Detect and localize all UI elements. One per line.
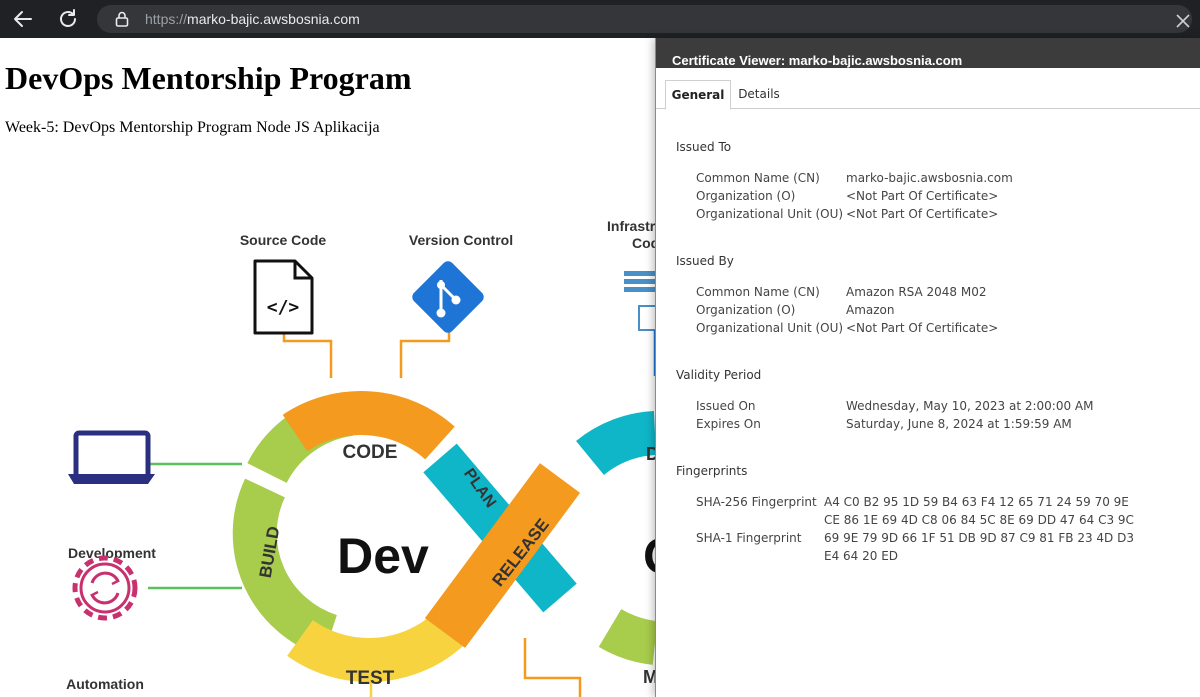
expires-on-label: Expires On <box>696 417 761 431</box>
infrastructure-label-line1: Infrastr <box>607 218 655 234</box>
url-protocol: https:// <box>145 11 188 27</box>
sha1-value-line1: 69 9E 79 9D 66 1F 51 DB 9D 87 C9 81 FB 2… <box>824 531 1134 545</box>
back-arrow-icon[interactable] <box>11 7 35 31</box>
test-arc <box>287 611 466 682</box>
git-icon <box>412 261 484 333</box>
version-control-label: Version Control <box>409 232 513 248</box>
issued-to-ou-value: <Not Part Of Certificate> <box>846 207 999 221</box>
ops-center-label: O <box>643 528 655 584</box>
tab-details[interactable]: Details <box>732 80 786 108</box>
release-connector <box>523 638 582 697</box>
automation-label: Automation <box>66 676 144 692</box>
issued-to-ou-label: Organizational Unit (OU) <box>696 207 844 221</box>
code-loop-label: CODE <box>343 442 398 463</box>
test-loop-label: TEST <box>346 668 395 689</box>
monitor-loop-label: M <box>643 667 655 687</box>
issued-on-label: Issued On <box>696 399 756 413</box>
issued-by-cn-label: Common Name (CN) <box>696 285 820 299</box>
issued-by-cn-value: Amazon RSA 2048 M02 <box>846 285 987 299</box>
dev-center-label: Dev <box>337 528 429 584</box>
development-label: Development <box>68 545 156 561</box>
page-subtitle: Week-5: DevOps Mentorship Program Node J… <box>5 119 380 136</box>
validity-heading: Validity Period <box>676 368 762 382</box>
certificate-viewer-panel: Certificate Viewer: marko-bajic.awsbosni… <box>655 14 1200 697</box>
server-stack-icon <box>624 271 655 376</box>
reload-icon[interactable] <box>56 7 80 31</box>
monitor-arc <box>598 608 655 665</box>
issued-on-value: Wednesday, May 10, 2023 at 2:00:00 AM <box>846 399 1094 413</box>
issued-to-cn-value: marko-bajic.awsbosnia.com <box>846 171 1013 185</box>
certificate-title: Certificate Viewer: marko-bajic.awsbosni… <box>672 53 963 68</box>
sha1-value-line2: E4 64 20 ED <box>824 549 899 563</box>
url-host: marko-bajic.awsbosnia.com <box>187 11 360 27</box>
issued-to-heading: Issued To <box>676 140 732 154</box>
certificate-tabs: General Details <box>656 78 1200 110</box>
deploy-loop-label: D <box>646 444 655 464</box>
issued-to-cn-label: Common Name (CN) <box>696 171 820 185</box>
code-arc <box>282 391 455 460</box>
fingerprints-heading: Fingerprints <box>676 464 748 478</box>
infrastructure-label-line2: Cod <box>632 235 655 251</box>
laptop-icon <box>68 430 155 484</box>
page-title: DevOps Mentorship Program <box>5 60 412 96</box>
sha1-label: SHA-1 Fingerprint <box>696 531 802 545</box>
issued-by-heading: Issued By <box>676 254 734 268</box>
devops-infinity-diagram: </> Source Code Version Control Infrastr… <box>66 218 655 697</box>
url-text[interactable]: https://marko-bajic.awsbosnia.com <box>145 10 360 28</box>
source-code-file-icon: </> <box>253 259 314 335</box>
issued-by-org-value: Amazon <box>846 303 895 317</box>
close-icon[interactable] <box>1173 11 1193 31</box>
issued-by-org-label: Organization (O) <box>696 303 796 317</box>
issued-to-org-value: <Not Part Of Certificate> <box>846 189 999 203</box>
tab-general[interactable]: General <box>665 80 731 110</box>
expires-on-value: Saturday, June 8, 2024 at 1:59:59 AM <box>846 417 1072 431</box>
automation-gear-icon <box>72 555 138 621</box>
issued-to-org-label: Organization (O) <box>696 189 796 203</box>
sha256-value-line1: A4 C0 B2 95 1D 59 B4 63 F4 12 65 71 24 5… <box>824 495 1129 509</box>
issued-by-ou-label: Organizational Unit (OU) <box>696 321 844 335</box>
svg-text:</>: </> <box>267 297 300 318</box>
issued-by-ou-value: <Not Part Of Certificate> <box>846 321 999 335</box>
browser-toolbar: https://marko-bajic.awsbosnia.com <box>0 0 1200 38</box>
sha256-value-line2: CE 86 1E 69 4D C8 06 84 5C 8E 69 DD 47 6… <box>824 513 1134 527</box>
source-code-label: Source Code <box>240 232 327 248</box>
certificate-header: Certificate Viewer: marko-bajic.awsbosni… <box>656 38 1200 68</box>
lock-icon[interactable] <box>115 11 129 27</box>
sha256-label: SHA-256 Fingerprint <box>696 495 817 509</box>
